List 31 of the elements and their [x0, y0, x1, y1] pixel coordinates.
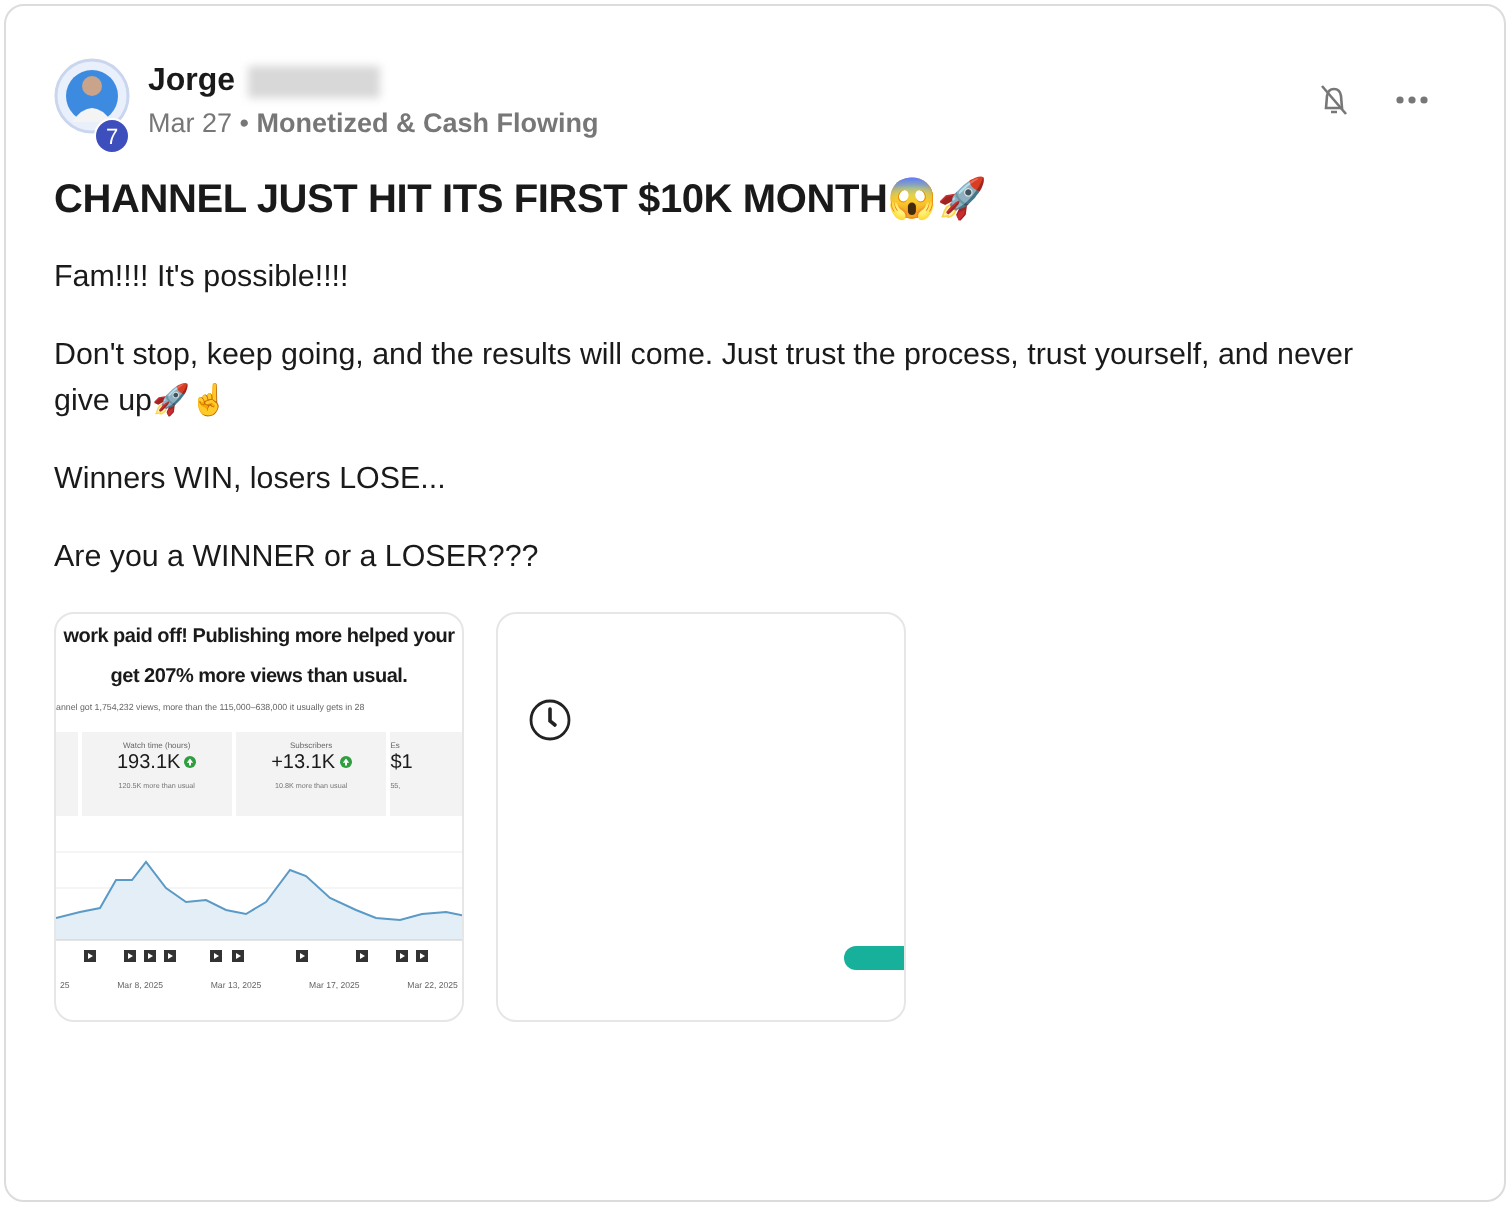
video-marker-icon: [396, 949, 408, 962]
video-marker-icon: [84, 949, 96, 962]
video-marker-icon: [210, 949, 222, 962]
video-marker-icon: [164, 949, 176, 962]
video-marker-icon: [144, 949, 156, 962]
screenshot-thumbnail[interactable]: [54, 612, 464, 1022]
author-name[interactable]: Jorge: [148, 62, 236, 102]
post-paragraph: Are you a WINNER or a LOSER???: [54, 538, 541, 578]
stat-value: 193.1K: [117, 751, 181, 774]
rank-badge: 7: [94, 118, 130, 154]
post-paragraph: Winners WIN, losers LOSE...: [54, 460, 448, 500]
separator: •: [239, 108, 250, 138]
post-paragraph: Fam!!!! It's possible!!!!: [54, 258, 351, 298]
category-link[interactable]: Monetized & Cash Flowing: [256, 108, 599, 138]
video-marker-icon: [416, 949, 428, 962]
screenshot-headline: get 207% more views than usual.: [108, 664, 410, 692]
stat-panel: [56, 731, 78, 816]
clock-icon: [528, 698, 572, 742]
post-paragraph: Don't stop, keep going, and the results will come. Just trust the process, trust yourself, and never give up🚀☝: [54, 336, 1356, 422]
video-marker-icon: [124, 949, 136, 962]
loading-bar: [844, 946, 904, 970]
post-title: CHANNEL JUST HIT ITS FIRST $10K MONTH😱🚀: [54, 174, 989, 226]
more-options-icon[interactable]: [1396, 96, 1428, 104]
post-date: Mar 27: [148, 108, 233, 138]
screenshot-headline: work paid off! Publishing more helped your: [61, 624, 457, 652]
stat-value: +13.1K: [271, 751, 336, 774]
video-marker-icon: [356, 949, 368, 962]
video-marker-icon: [296, 949, 308, 962]
muted-bell-icon[interactable]: [1316, 82, 1352, 118]
video-marker-icon: [232, 949, 244, 962]
stat-value: $1: [390, 751, 413, 774]
